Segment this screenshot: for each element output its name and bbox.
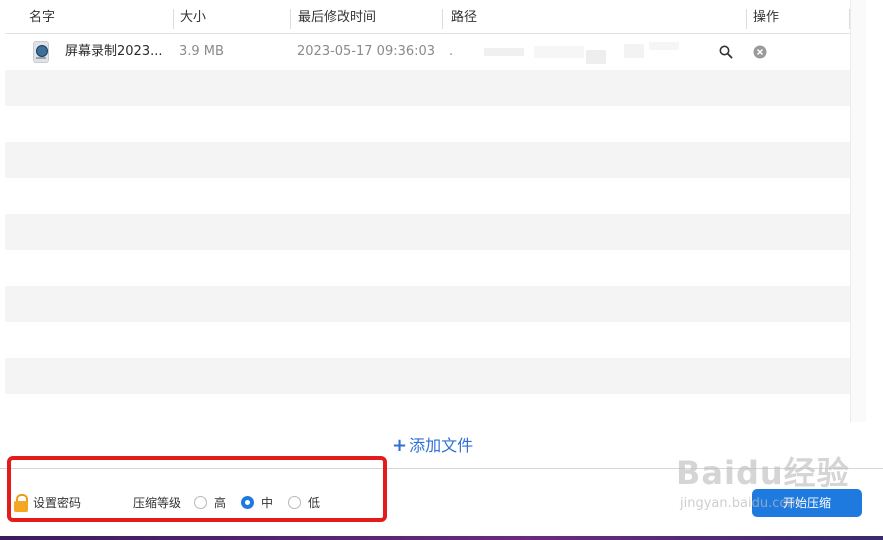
column-header-modified[interactable]: 最后修改时间 [298,0,376,33]
column-divider[interactable] [442,9,443,29]
table-row-empty [5,394,850,422]
remove-icon[interactable] [753,45,767,59]
file-name: 屏幕录制2023... [65,44,163,59]
column-divider[interactable] [290,9,291,29]
window-bottom-edge [0,536,883,540]
baidu-watermark: Baidu经验 [676,454,850,492]
table-row-empty [5,250,850,286]
path-redacted-area [454,42,694,64]
column-divider[interactable] [746,9,747,29]
file-size: 3.9 MB [179,44,224,59]
file-path: . [449,44,454,59]
file-table: 名字 大小 最后修改时间 路径 操作 屏幕录制2023... 3.9 MB 20… [5,0,850,422]
file-modified-time: 2023-05-17 09:36:03 [297,44,436,59]
baidu-watermark-url: jingyan.baidu.com [680,496,800,511]
search-icon[interactable] [719,45,733,59]
annotation-highlight-box [7,456,387,522]
table-row-empty [5,178,850,214]
add-file-label: 添加文件 [409,436,474,455]
table-row-empty [5,106,850,142]
table-row-empty [5,70,850,106]
table-row-empty [5,286,850,322]
table-row-empty [5,142,850,178]
table-row[interactable]: 屏幕录制2023... 3.9 MB 2023-05-17 09:36:03 . [5,34,850,70]
table-row-empty [5,322,850,358]
column-header-name[interactable]: 名字 [29,0,55,33]
add-file-button[interactable]: + 添加文件 [392,432,473,456]
scrollbar[interactable] [850,0,866,422]
table-body: 屏幕录制2023... 3.9 MB 2023-05-17 09:36:03 . [5,34,850,422]
table-row-empty [5,214,850,250]
plus-icon: + [392,435,408,456]
column-header-size[interactable]: 大小 [180,0,206,33]
video-file-icon [33,41,49,63]
table-row-empty [5,358,850,394]
column-header-actions: 操作 [753,10,780,25]
column-header-path[interactable]: 路径 [451,0,477,33]
column-divider[interactable] [173,9,174,29]
table-header: 名字 大小 最后修改时间 路径 操作 [5,0,850,34]
